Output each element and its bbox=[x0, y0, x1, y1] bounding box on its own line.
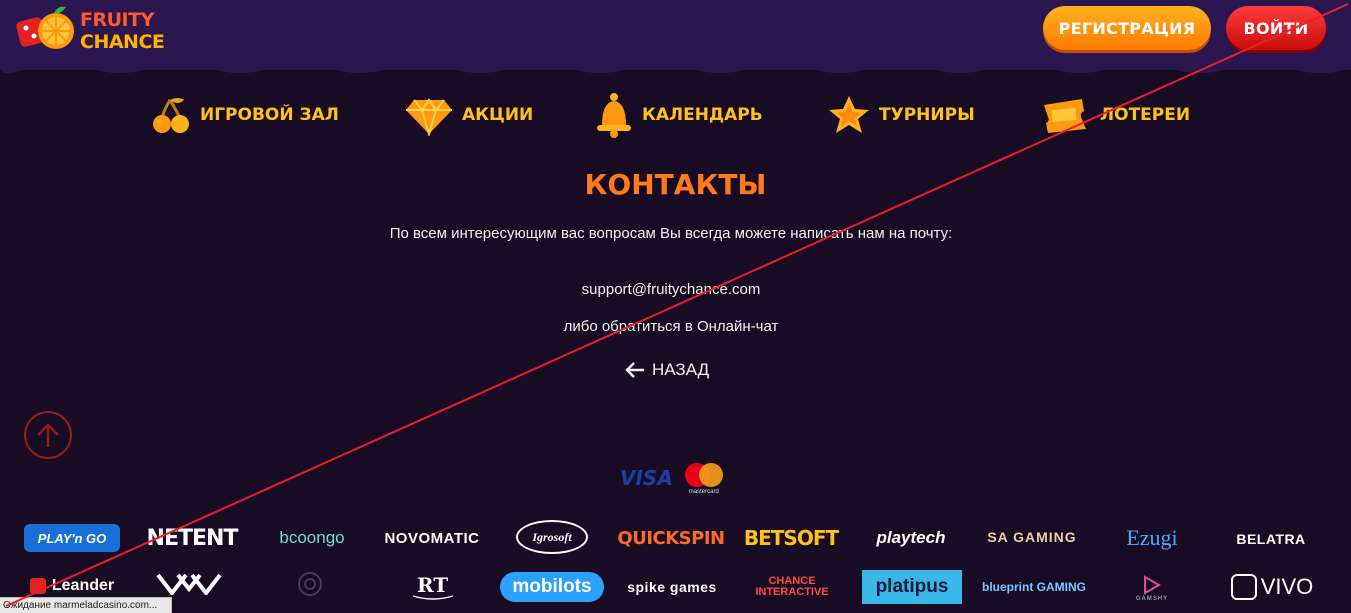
provider-novomatic[interactable]: NOVOMATIC bbox=[380, 524, 484, 552]
provider-rt-icon[interactable]: RT bbox=[410, 570, 456, 600]
cherry-icon bbox=[153, 98, 189, 133]
nav-label-promotions: АКЦИИ bbox=[462, 105, 534, 125]
provider-vivo[interactable]: VIVO bbox=[1220, 572, 1324, 602]
logo-text: FRUITY CHANCE bbox=[80, 9, 165, 53]
nav-item-tournaments[interactable]: ТУРНИРЫ bbox=[827, 90, 975, 140]
logo-fruit-icon bbox=[16, 3, 78, 59]
provider-belatra[interactable]: BELATRA bbox=[1222, 526, 1320, 552]
provider-netent[interactable]: NETENT bbox=[144, 522, 240, 554]
provider-mobilots[interactable]: mobilots bbox=[500, 572, 604, 602]
star-icon bbox=[829, 96, 869, 133]
diamond-icon bbox=[406, 98, 452, 136]
page-title: КОНТАКТЫ bbox=[584, 168, 767, 201]
login-button[interactable]: ВОЙТИ bbox=[1226, 6, 1326, 50]
rt-logo-icon: RT bbox=[412, 573, 454, 600]
provider-ezugi[interactable]: Ezugi bbox=[1112, 522, 1192, 554]
nav-label-game-hall: ИГРОВОЙ ЗАЛ bbox=[200, 105, 339, 125]
provider-leander-label: Leander bbox=[51, 577, 115, 594]
provider-quickspin[interactable]: QUICKSPIN bbox=[617, 524, 725, 552]
back-link[interactable]: НАЗАД bbox=[624, 358, 709, 382]
provider-sa-gaming[interactable]: SA GAMING bbox=[982, 520, 1082, 554]
scroll-up-button[interactable] bbox=[24, 411, 72, 459]
ticket-icon bbox=[1044, 99, 1086, 133]
provider-gamshy-label: GAMSHY bbox=[1135, 596, 1169, 602]
chat-text: либо обратиться в Онлайн-чат bbox=[563, 318, 779, 335]
emblem-icon bbox=[298, 572, 322, 596]
browser-status-bar: Ожидание marmeladcasino.com... bbox=[0, 597, 172, 613]
register-button[interactable]: РЕГИСТРАЦИЯ bbox=[1043, 6, 1211, 50]
nav-item-game-hall[interactable]: ИГРОВОЙ ЗАЛ bbox=[150, 90, 339, 140]
gamshy-icon bbox=[1144, 575, 1162, 595]
provider-gamshy[interactable]: GAMSHY bbox=[1124, 570, 1180, 606]
provider-playngo[interactable]: PLAY'n GO bbox=[24, 524, 120, 552]
visa-logo: VISA bbox=[620, 466, 673, 490]
provider-platipus[interactable]: platipus bbox=[862, 570, 962, 604]
mastercard-label: mastercard bbox=[688, 489, 719, 495]
contact-text: По всем интересующим вас вопросам Вы все… bbox=[389, 225, 953, 242]
nav-label-lotteries: ЛОТЕРЕИ bbox=[1100, 105, 1191, 125]
provider-blueprint[interactable]: blueprint GAMING bbox=[982, 574, 1086, 600]
logo-line1: FRUITY bbox=[80, 9, 154, 31]
back-label: НАЗАД bbox=[652, 360, 710, 379]
nav-label-calendar: КАЛЕНДАРЬ bbox=[642, 105, 763, 125]
nav-item-lotteries[interactable]: ЛОТЕРЕИ bbox=[1038, 90, 1190, 140]
nav-item-promotions[interactable]: АКЦИИ bbox=[404, 90, 533, 140]
provider-betsoft[interactable]: BETSOFT bbox=[744, 520, 839, 556]
arrow-left-icon bbox=[625, 362, 644, 378]
header-wave bbox=[0, 58, 1351, 73]
provider-booongo[interactable]: bcoongo bbox=[262, 524, 362, 552]
provider-vivo-label: VIVO bbox=[1260, 574, 1314, 599]
main-nav: ИГРОВОЙ ЗАЛ АКЦИИ КАЛЕНДАРЬ ТУРНИРЫ ЛОТЕ… bbox=[0, 90, 1351, 140]
nav-label-tournaments: ТУРНИРЫ bbox=[879, 105, 975, 125]
support-email[interactable]: support@fruitychance.com bbox=[350, 281, 992, 299]
payment-methods: VISA mastercard bbox=[620, 460, 725, 496]
provider-spike-games[interactable]: spike games bbox=[622, 576, 722, 598]
mastercard-logo: mastercard bbox=[683, 461, 725, 495]
bell-icon bbox=[597, 93, 631, 138]
logo[interactable]: FRUITY CHANCE bbox=[16, 2, 186, 60]
provider-blueprint-label: blueprint GAMING bbox=[982, 580, 1086, 594]
chevrons-icon bbox=[156, 573, 222, 595]
svg-text:RT: RT bbox=[417, 573, 448, 597]
provider-wazdan-icon[interactable] bbox=[154, 572, 224, 596]
provider-chance-interactive[interactable]: CHANCE INTERACTIVE bbox=[740, 574, 844, 600]
provider-playtech[interactable]: playtech bbox=[866, 524, 956, 552]
provider-leander[interactable]: Leander bbox=[22, 574, 122, 598]
provider-igrosoft[interactable]: Igrosoft bbox=[516, 520, 588, 554]
logo-line2: CHANCE bbox=[80, 31, 165, 53]
vivo-dice-icon bbox=[1230, 574, 1257, 600]
nav-item-calendar[interactable]: КАЛЕНДАРЬ bbox=[594, 90, 763, 140]
leander-icon bbox=[29, 578, 46, 594]
provider-badge-icon[interactable] bbox=[294, 570, 326, 598]
arrow-up-icon bbox=[37, 423, 59, 447]
